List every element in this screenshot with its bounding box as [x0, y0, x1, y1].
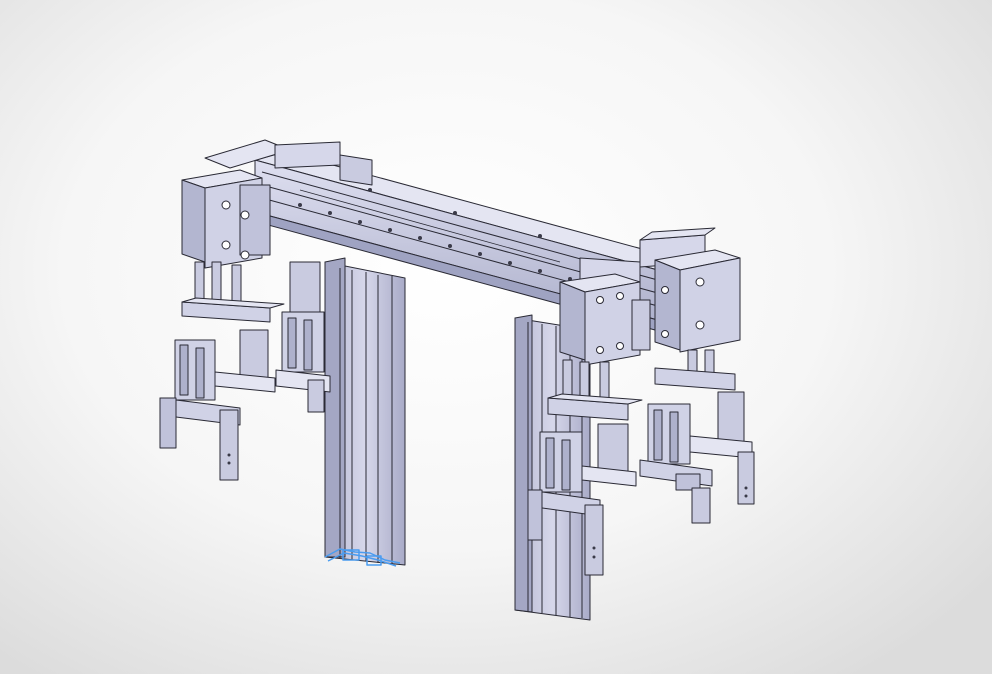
- right-gripper-outer[interactable]: [639, 391, 755, 524]
- left-gripper-outer[interactable]: [159, 329, 276, 481]
- gantry-model-drawing[interactable]: [0, 0, 992, 674]
- left-gripper-inner[interactable]: [275, 261, 331, 413]
- cad-3d-viewport[interactable]: [0, 0, 992, 674]
- left-column[interactable]: [324, 257, 406, 567]
